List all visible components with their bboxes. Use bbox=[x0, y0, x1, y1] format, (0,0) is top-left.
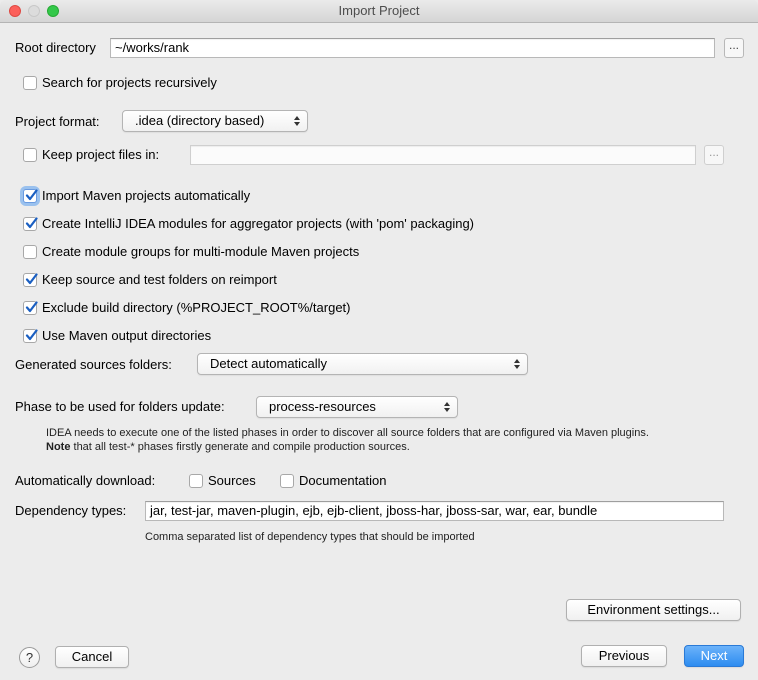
phase-select[interactable]: process-resources bbox=[256, 396, 458, 418]
root-directory-browse-button[interactable]: ... bbox=[724, 38, 744, 58]
phase-hint-line1: IDEA needs to execute one of the listed … bbox=[46, 427, 649, 439]
create-aggregator-modules-label: Create IntelliJ IDEA modules for aggrega… bbox=[42, 216, 475, 231]
phase-hint-note: Note bbox=[46, 441, 71, 453]
project-format-label: Project format: bbox=[15, 114, 100, 129]
environment-settings-button[interactable]: Environment settings... bbox=[566, 599, 741, 621]
dependency-types-input[interactable]: jar, test-jar, maven-plugin, ejb, ejb-cl… bbox=[145, 501, 724, 521]
use-maven-output-checkbox[interactable] bbox=[23, 329, 38, 343]
search-recursive-checkbox[interactable] bbox=[23, 76, 37, 90]
create-module-groups-checkbox[interactable] bbox=[23, 245, 37, 259]
keep-source-folders-checkbox[interactable] bbox=[23, 273, 38, 287]
minimize-window-button[interactable] bbox=[28, 5, 40, 17]
close-window-button[interactable] bbox=[9, 5, 21, 17]
import-project-dialog: Import Project Root directory ~/works/ra… bbox=[0, 0, 758, 680]
download-sources-checkbox[interactable] bbox=[189, 474, 203, 488]
auto-download-label: Automatically download: bbox=[15, 473, 156, 488]
phase-hint-line2: Note that all test-* phases firstly gene… bbox=[46, 440, 410, 454]
checkmark-icon bbox=[25, 189, 38, 201]
project-format-select[interactable]: .idea (directory based) bbox=[122, 110, 308, 132]
checkmark-icon bbox=[25, 301, 38, 313]
help-button[interactable]: ? bbox=[19, 647, 40, 668]
updown-arrows-icon bbox=[444, 402, 450, 412]
root-directory-label: Root directory bbox=[15, 40, 96, 55]
cancel-button[interactable]: Cancel bbox=[55, 646, 129, 668]
updown-arrows-icon bbox=[294, 116, 300, 126]
search-recursive-label: Search for projects recursively bbox=[42, 75, 217, 90]
zoom-window-button[interactable] bbox=[47, 5, 59, 17]
previous-button[interactable]: Previous bbox=[581, 645, 667, 667]
phase-value: process-resources bbox=[269, 399, 376, 414]
import-maven-auto-label: Import Maven projects automatically bbox=[42, 188, 251, 203]
download-sources-label: Sources bbox=[208, 473, 256, 488]
exclude-build-directory-checkbox[interactable] bbox=[23, 301, 38, 315]
download-documentation-checkbox[interactable] bbox=[280, 474, 294, 488]
root-directory-input[interactable]: ~/works/rank bbox=[110, 38, 715, 58]
generated-sources-value: Detect automatically bbox=[210, 356, 328, 371]
keep-project-files-label: Keep project files in: bbox=[42, 147, 160, 162]
updown-arrows-icon bbox=[514, 359, 520, 369]
exclude-build-directory-label: Exclude build directory (%PROJECT_ROOT%/… bbox=[42, 300, 351, 315]
dependency-types-label: Dependency types: bbox=[15, 503, 127, 518]
project-format-value: .idea (directory based) bbox=[135, 113, 265, 128]
checkmark-icon bbox=[25, 329, 38, 341]
window-title: Import Project bbox=[338, 3, 420, 18]
keep-project-files-browse-button[interactable]: ... bbox=[704, 145, 724, 165]
create-module-groups-label: Create module groups for multi-module Ma… bbox=[42, 244, 360, 259]
create-aggregator-modules-checkbox[interactable] bbox=[23, 217, 38, 231]
keep-project-files-checkbox[interactable] bbox=[23, 148, 37, 162]
dependency-types-hint: Comma separated list of dependency types… bbox=[145, 531, 475, 543]
title-bar: Import Project bbox=[0, 0, 758, 23]
keep-project-files-input[interactable] bbox=[190, 145, 696, 165]
checkmark-icon bbox=[25, 273, 38, 285]
generated-sources-label: Generated sources folders: bbox=[15, 357, 172, 372]
import-maven-auto-checkbox[interactable] bbox=[23, 189, 38, 203]
keep-source-folders-label: Keep source and test folders on reimport bbox=[42, 272, 277, 287]
phase-label: Phase to be used for folders update: bbox=[15, 399, 225, 414]
checkmark-icon bbox=[25, 217, 38, 229]
generated-sources-select[interactable]: Detect automatically bbox=[197, 353, 528, 375]
download-documentation-label: Documentation bbox=[299, 473, 387, 488]
next-button[interactable]: Next bbox=[684, 645, 744, 667]
use-maven-output-label: Use Maven output directories bbox=[42, 328, 212, 343]
phase-hint-text: that all test-* phases firstly generate … bbox=[70, 441, 410, 453]
